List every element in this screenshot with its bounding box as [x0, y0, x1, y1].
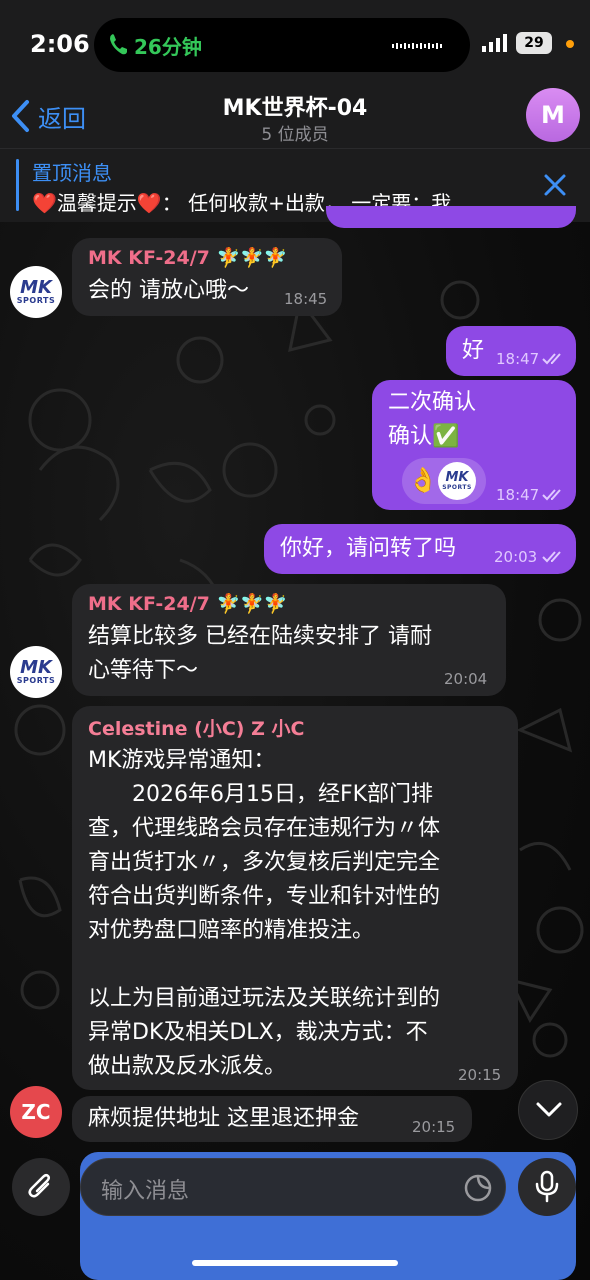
- message-text: 确认✅: [388, 424, 460, 449]
- message-text: 育出货打水〃，多次复核后判定完全: [88, 850, 441, 875]
- avatar[interactable]: MK SPORTS: [10, 646, 62, 698]
- message-bubble-in[interactable]: MK KF-24/7 🧚🧚🧚 结算比较多 已经在陆续安排了 请耐 心等待下～ 2…: [72, 584, 506, 696]
- message-time: 20:04: [444, 670, 488, 688]
- status-bar: 2:06 26分钟 29: [0, 0, 590, 88]
- message-bubble-in[interactable]: Celestine (小C) Z 小C MK游戏异常通知： 2026年6月15日…: [72, 706, 518, 1090]
- member-count: 5 位成员: [261, 125, 329, 145]
- pinned-indicator: [16, 159, 19, 211]
- microphone-button[interactable]: [518, 1158, 576, 1216]
- call-indicator[interactable]: 26分钟: [94, 18, 470, 72]
- message-text: 二次确认: [388, 390, 477, 415]
- sticker-icon[interactable]: [463, 1173, 493, 1203]
- sender-name[interactable]: MK KF-24/7 🧚🧚🧚: [88, 246, 287, 269]
- message-text: 会的 请放心哦～: [88, 278, 249, 303]
- message-time: 18:45: [284, 290, 328, 308]
- message-text: 做出款及反水派发。: [88, 1054, 287, 1079]
- message-text: MK游戏异常通知：: [88, 748, 276, 773]
- clock: 2:06: [30, 30, 90, 58]
- message-bubble-out[interactable]: [326, 206, 576, 228]
- message-text: 2026年6月15日，经FK部门排: [88, 782, 434, 807]
- message-time: 18:47: [496, 486, 540, 504]
- message-text: 心等待下～: [88, 658, 199, 683]
- message-text: 符合出货判断条件，专业和针对性的: [88, 884, 441, 909]
- phone-icon: [110, 34, 127, 55]
- message-time: 18:47: [496, 350, 540, 368]
- message-text: 结算比较多 已经在陆续安排了 请耐: [88, 624, 432, 649]
- message-text: 麻烦提供地址 这里退还押金: [88, 1106, 359, 1131]
- scroll-down-button[interactable]: [518, 1080, 578, 1140]
- sender-name[interactable]: Celestine (小C) Z 小C: [88, 714, 304, 741]
- sender-name[interactable]: MK KF-24/7 🧚🧚🧚: [88, 592, 287, 615]
- close-icon[interactable]: [542, 172, 568, 198]
- message-text: 好: [462, 338, 485, 363]
- message-text: 异常DK及相关DLX，裁决方式：不: [88, 1020, 428, 1045]
- double-check-icon: [542, 551, 561, 563]
- signal-icon: [482, 34, 507, 52]
- message-text: 对优势盘口赔率的精准投注。: [88, 918, 375, 943]
- chat-header: 返回 MK世界杯-04 5 位成员 M: [0, 88, 590, 148]
- message-bubble-out[interactable]: 好 18:47: [446, 326, 576, 376]
- chevron-down-icon: [536, 1102, 562, 1117]
- group-title[interactable]: MK世界杯-04: [0, 90, 590, 122]
- message-text: 你好，请问转了吗: [280, 536, 457, 561]
- message-text: 以上为目前通过玩法及关联统计到的: [88, 986, 441, 1011]
- message-bubble-in[interactable]: MK KF-24/7 🧚🧚🧚 会的 请放心哦～ 18:45: [72, 238, 342, 316]
- privacy-dot: [566, 40, 574, 48]
- attach-button[interactable]: [12, 1158, 70, 1216]
- message-time: 20:15: [458, 1066, 502, 1084]
- double-check-icon: [542, 489, 561, 501]
- group-avatar[interactable]: M: [526, 88, 580, 142]
- avatar[interactable]: ZC: [10, 1086, 62, 1138]
- battery-indicator: 29: [516, 32, 552, 54]
- call-duration: 26分钟: [134, 35, 202, 59]
- message-input[interactable]: 输入消息: [80, 1158, 506, 1216]
- message-bubble-in[interactable]: 麻烦提供地址 这里退还押金 20:15: [72, 1096, 472, 1142]
- message-bubble-out[interactable]: 你好，请问转了吗 20:03: [264, 524, 576, 574]
- home-indicator: [192, 1260, 398, 1266]
- message-text: 查，代理线路会员存在违规行为〃体: [88, 816, 441, 841]
- ok-hand-icon: 👌: [408, 466, 438, 494]
- message-time: 20:15: [412, 1118, 456, 1136]
- paperclip-icon: [28, 1173, 51, 1198]
- avatar[interactable]: MK SPORTS: [10, 266, 62, 318]
- reaction-pill[interactable]: 👌 MK SPORTS: [402, 458, 486, 504]
- pinned-title: 置顶消息: [32, 161, 112, 185]
- double-check-icon: [542, 353, 561, 365]
- input-placeholder: 输入消息: [101, 1179, 190, 1204]
- audio-wave-icon: [392, 43, 442, 49]
- reaction-avatar: MK SPORTS: [438, 462, 476, 500]
- microphone-icon: [535, 1170, 559, 1203]
- message-time: 20:03: [494, 548, 538, 566]
